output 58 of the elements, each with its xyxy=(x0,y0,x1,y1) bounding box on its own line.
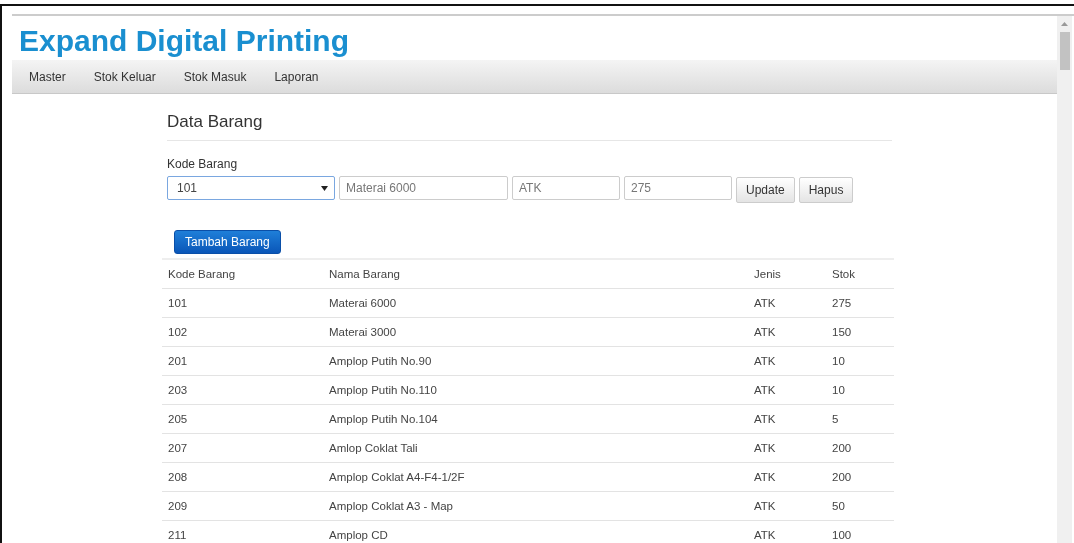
column-header: Jenis xyxy=(748,259,826,289)
field-label: Kode Barang xyxy=(167,157,239,171)
scrollbar[interactable] xyxy=(1057,16,1072,543)
column-header: Nama Barang xyxy=(323,259,748,289)
table-cell: 211 xyxy=(162,520,323,543)
table-cell: 205 xyxy=(162,404,323,434)
dropdown-caret-icon xyxy=(321,185,328,191)
table-cell: 50 xyxy=(826,491,894,521)
table-cell: 209 xyxy=(162,491,323,521)
table-cell: ATK xyxy=(748,346,826,376)
scroll-thumb[interactable] xyxy=(1059,32,1070,70)
table-cell: Amplop CD xyxy=(323,520,748,543)
table-cell: 10 xyxy=(826,375,894,405)
site-title: Expand Digital Printing xyxy=(19,23,350,59)
column-header: Kode Barang xyxy=(162,259,323,289)
scroll-up-icon[interactable] xyxy=(1061,22,1068,26)
table-cell: 200 xyxy=(826,433,894,463)
table-cell: Amplop Putih No.104 xyxy=(323,404,748,434)
add-item-button[interactable]: Tambah Barang xyxy=(174,230,281,254)
nav-link[interactable]: Laporan xyxy=(261,69,332,84)
table-cell: 100 xyxy=(826,520,894,543)
table-cell: 5 xyxy=(826,404,894,434)
table-cell: 208 xyxy=(162,462,323,492)
table-cell: ATK xyxy=(748,375,826,405)
code-select[interactable]: 101 xyxy=(167,176,335,200)
table-cell: 207 xyxy=(162,433,323,463)
table-cell: 10 xyxy=(826,346,894,376)
table-cell: 102 xyxy=(162,317,323,347)
table-cell: ATK xyxy=(748,462,826,492)
table-cell: ATK xyxy=(748,288,826,318)
table-cell: ATK xyxy=(748,491,826,521)
table-cell: ATK xyxy=(748,520,826,543)
table-cell: 150 xyxy=(826,317,894,347)
table-cell: Materai 6000 xyxy=(323,288,748,318)
table-cell: 101 xyxy=(162,288,323,318)
table-cell: Amplop Coklat A3 - Map xyxy=(323,491,748,521)
action-button[interactable]: Update xyxy=(736,177,795,203)
type-field[interactable]: ATK xyxy=(512,176,620,200)
name-field[interactable]: Materai 6000 xyxy=(339,176,508,200)
table-cell: Amplop Putih No.90 xyxy=(323,346,748,376)
table-cell: 275 xyxy=(826,288,894,318)
table-cell: ATK xyxy=(748,433,826,463)
action-button[interactable]: Hapus xyxy=(798,177,854,203)
column-header: Stok xyxy=(826,259,894,289)
table-cell: ATK xyxy=(748,317,826,347)
table-cell: 203 xyxy=(162,375,323,405)
stock-field[interactable]: 275 xyxy=(624,176,732,200)
table-cell: Materai 3000 xyxy=(323,317,748,347)
table-cell: 200 xyxy=(826,462,894,492)
table-cell: Amplop Coklat A4-F4-1/2F xyxy=(323,462,748,492)
table-cell: 201 xyxy=(162,346,323,376)
table-cell: Amlop Coklat Tali xyxy=(323,433,748,463)
table-cell: Amplop Putih No.110 xyxy=(323,375,748,405)
nav-link[interactable]: Stok Keluar xyxy=(80,69,169,84)
nav-link[interactable]: Stok Masuk xyxy=(170,69,260,84)
page-title: Data Barang xyxy=(167,112,892,141)
nav-link[interactable]: Master xyxy=(16,69,79,84)
table-cell: ATK xyxy=(748,404,826,434)
